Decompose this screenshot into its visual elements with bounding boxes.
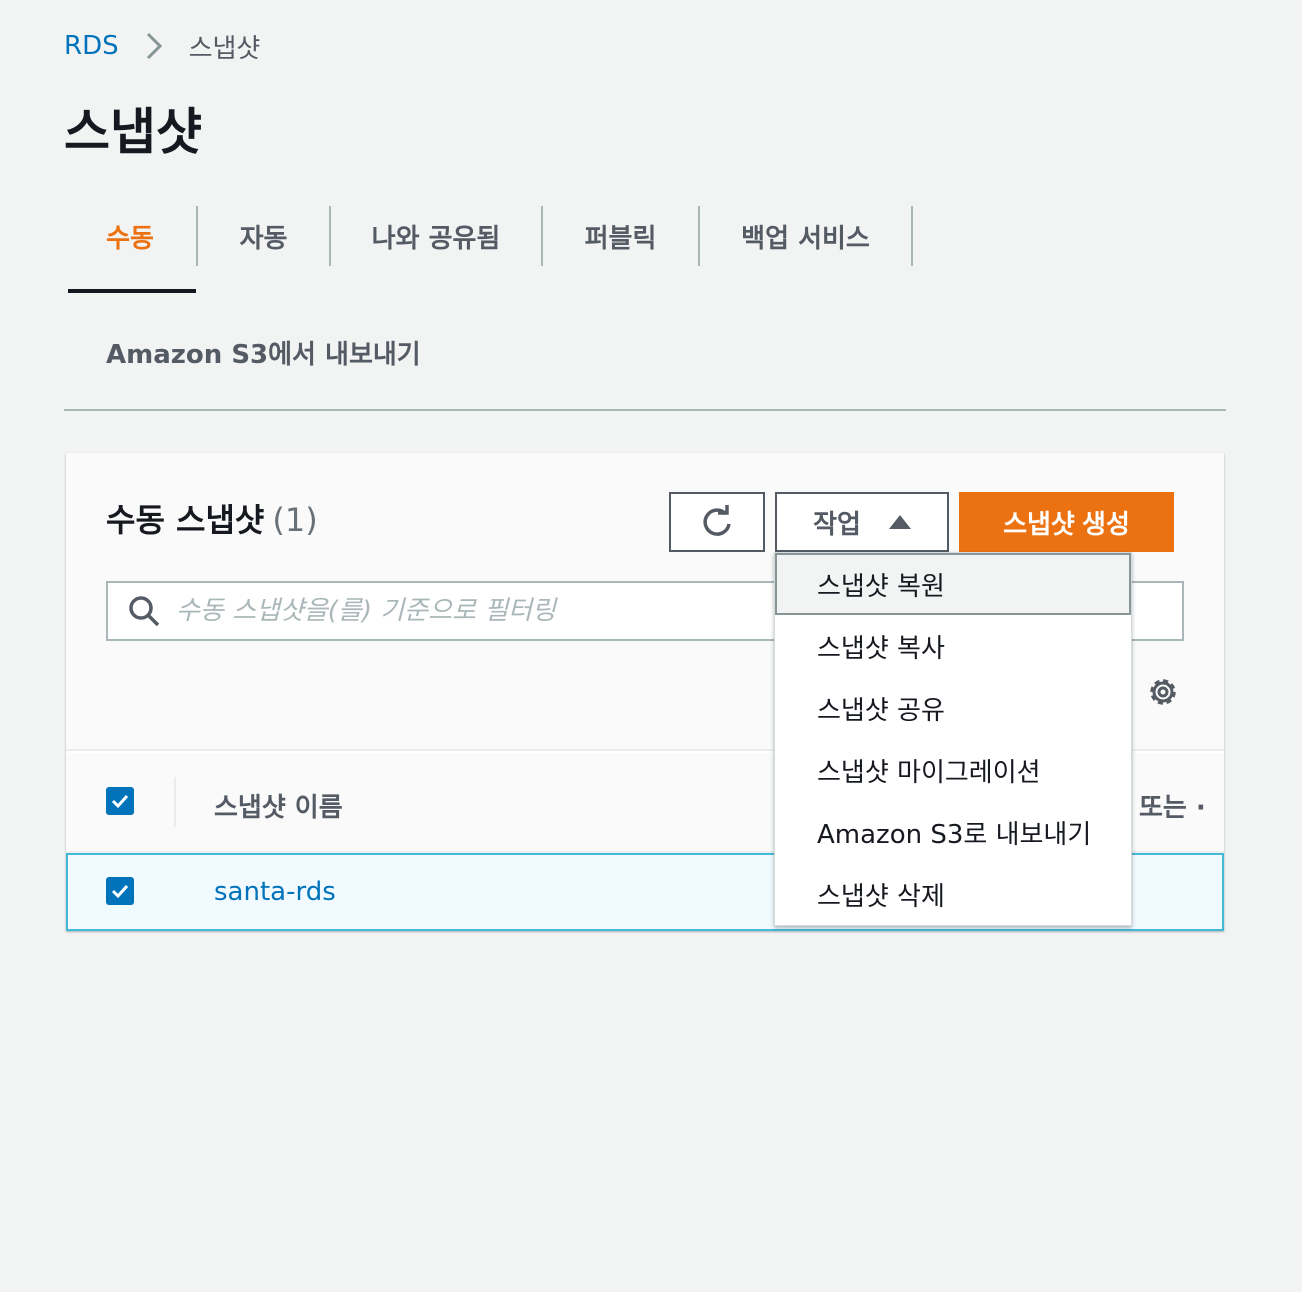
menu-item-restore-snapshot[interactable]: 스냅샷 복원	[775, 553, 1131, 615]
refresh-button[interactable]	[669, 492, 765, 552]
snapshot-name-link[interactable]: santa-rds	[214, 877, 336, 907]
breadcrumb: RDS 스냅샷	[64, 28, 260, 64]
menu-item-delete-snapshot[interactable]: 스냅샷 삭제	[775, 863, 1131, 925]
checkmark-icon	[111, 794, 129, 809]
chevron-right-icon	[145, 31, 163, 61]
panel-count: (1)	[272, 501, 318, 539]
menu-item-share-snapshot[interactable]: 스냅샷 공유	[775, 677, 1131, 739]
tabs-divider	[64, 409, 1226, 411]
gear-icon[interactable]	[1146, 675, 1180, 709]
caret-up-icon	[888, 515, 911, 529]
breadcrumb-rds-link[interactable]: RDS	[64, 31, 119, 61]
menu-item-export-to-s3[interactable]: Amazon S3로 내보내기	[775, 801, 1131, 863]
column-header-snapshot-name[interactable]: 스냅샷 이름	[214, 787, 343, 824]
column-divider	[174, 777, 176, 827]
page-title: 스냅샷	[64, 103, 202, 161]
tab-manual[interactable]: 수동	[64, 206, 198, 266]
active-tab-indicator	[68, 289, 196, 293]
actions-button[interactable]: 작업	[775, 492, 949, 552]
tab-automated[interactable]: 자동	[198, 206, 331, 266]
breadcrumb-current: 스냅샷	[188, 33, 261, 64]
tab-export-to-s3[interactable]: Amazon S3에서 내보내기	[106, 334, 421, 371]
select-all-checkbox[interactable]	[106, 787, 134, 815]
panel-title-text: 수동 스냅샷	[106, 501, 265, 539]
tab-list: 수동 자동 나와 공유됨 퍼블릭 백업 서비스	[64, 206, 913, 266]
row-checkbox[interactable]	[106, 877, 134, 905]
panel-title: 수동 스냅샷 (1)	[106, 495, 318, 541]
actions-dropdown-menu: 스냅샷 복원 스냅샷 복사 스냅샷 공유 스냅샷 마이그레이션 Amazon S…	[774, 552, 1132, 926]
tab-backup-service[interactable]: 백업 서비스	[700, 206, 913, 266]
search-icon	[129, 596, 160, 627]
create-snapshot-button[interactable]: 스냅샷 생성	[959, 492, 1174, 552]
refresh-icon	[703, 505, 731, 536]
tab-public[interactable]: 퍼블릭	[543, 206, 700, 266]
checkmark-icon	[111, 884, 129, 899]
menu-item-copy-snapshot[interactable]: 스냅샷 복사	[775, 615, 1131, 677]
tab-shared-with-me[interactable]: 나와 공유됨	[331, 206, 543, 266]
actions-button-label: 작업	[813, 508, 861, 539]
menu-item-migrate-snapshot[interactable]: 스냅샷 마이그레이션	[775, 739, 1131, 801]
